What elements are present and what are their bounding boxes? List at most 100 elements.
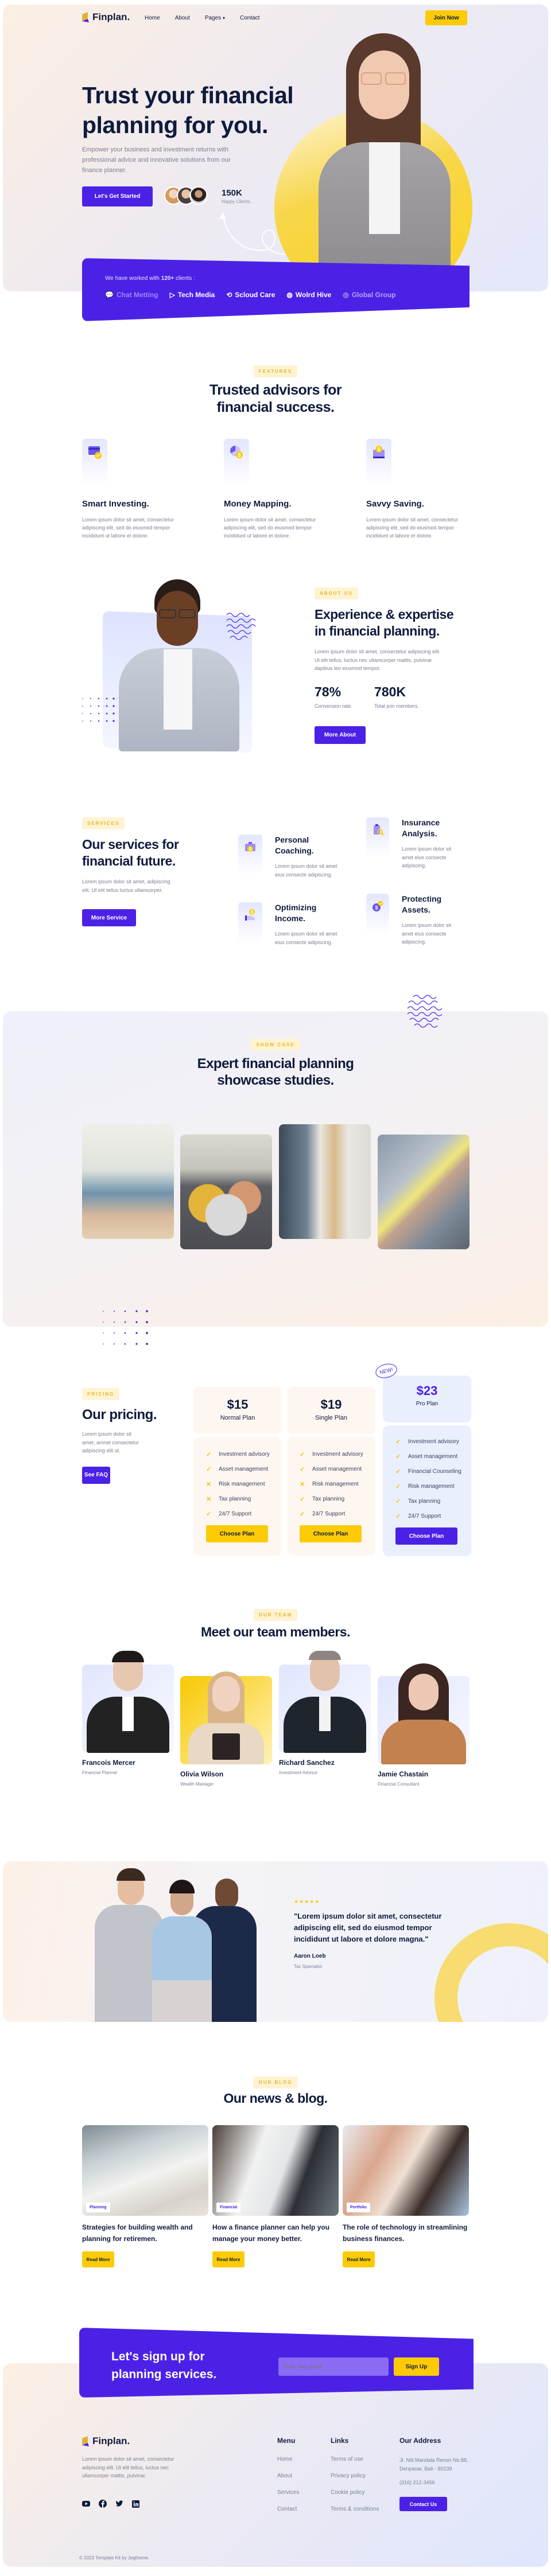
footer-link-about[interactable]: About — [277, 2473, 299, 2479]
twitter-icon[interactable] — [115, 2500, 123, 2508]
footer-link-cookie[interactable]: Cookie policy — [331, 2489, 379, 2496]
plan-feature: ✓ Financial Counseling — [395, 1468, 461, 1475]
features-badge-wrap: FEATURES — [0, 365, 551, 377]
team-member-card[interactable]: Jamie Chastain Financial Consultant — [378, 1663, 469, 1787]
stat-conversion: 78% Conversion rate. — [315, 684, 353, 709]
hero-title-line2: planning for you. — [82, 112, 269, 138]
team-member-card[interactable]: Richard Sanchez Investment Advisor — [279, 1651, 371, 1775]
contact-us-button[interactable]: Contact Us — [399, 2497, 447, 2511]
youtube-icon[interactable] — [82, 2500, 90, 2508]
member-photo — [82, 1651, 174, 1753]
blog-tag[interactable]: Planning — [86, 2203, 110, 2212]
showcase-image-couple[interactable] — [82, 1124, 174, 1239]
hero-title-line1: Trust your financial — [82, 82, 294, 108]
nav-pages[interactable]: Pages ▾ — [205, 15, 225, 21]
blog-post-title[interactable]: Strategies for building wealth and plann… — [82, 2222, 208, 2244]
clients-banner — [82, 258, 469, 321]
client-logo: ◎ Global Group — [343, 291, 396, 299]
member-name: Francois Mercer — [82, 1759, 135, 1767]
choose-plan-button[interactable]: Choose Plan — [206, 1525, 268, 1542]
plan-feature: ✓ Asset management — [395, 1453, 458, 1460]
coin-heart-icon: $ — [366, 894, 389, 934]
plan-feature: ✓ Risk management — [395, 1483, 455, 1490]
blog-post-title[interactable]: The role of technology in streamlining b… — [343, 2222, 469, 2244]
blog-image[interactable]: Financial — [212, 2125, 339, 2216]
service-title: Personal Coaching. — [275, 835, 314, 855]
facebook-icon[interactable] — [99, 2500, 107, 2508]
signup-title: Let's sign up for planning services. — [111, 2350, 217, 2381]
blog-card: Planning Strategies for building wealth … — [82, 2125, 208, 2267]
blog-image[interactable]: Portfolio — [343, 2125, 469, 2216]
services-text: Lorem ipsum dolor sit amet, adipiscing e… — [82, 879, 170, 893]
read-more-button[interactable]: Read More — [212, 2251, 245, 2267]
pricing-card-single: $19 Single Plan ✓ Investment advisory ✓ As… — [287, 1387, 375, 1556]
service-title: Protecting Assets. — [402, 894, 442, 914]
blog-badge: OUR BLOG — [253, 2076, 298, 2088]
choose-plan-button[interactable]: Choose Plan — [300, 1525, 362, 1542]
pricing-intro: PRICING Our pricing. Lorem ipsum dolor s… — [82, 1388, 174, 1484]
more-about-button[interactable]: More About — [315, 726, 366, 744]
nav-home[interactable]: Home — [145, 15, 160, 21]
pricing-card-normal: $15 Normal Plan ✓ Investment advisory ✓ As… — [193, 1387, 282, 1556]
happy-clients-stat: 150K Happy Clients. — [222, 188, 251, 204]
pricing-title: Our pricing. — [82, 1407, 157, 1423]
client-logo: 💬 Chat Metting — [105, 291, 158, 299]
service-item: $ Personal Coaching. Lorem ipsum dolor si… — [238, 835, 344, 879]
blog-title: Our news & blog. — [223, 2091, 328, 2106]
stat-label: Happy Clients. — [222, 199, 252, 204]
showcase-image-coins[interactable] — [180, 1135, 272, 1249]
footer-link-conditions[interactable]: Terms & conditions — [331, 2506, 379, 2512]
sign-up-button[interactable]: Sign Up — [394, 2357, 439, 2376]
feature-text: Lorem ipsum dolor sit amet, consectetur … — [82, 517, 174, 539]
team-member-card[interactable]: Olivia Wilson Wealth Manager — [180, 1671, 272, 1787]
hero-description: Empower your business and investment ret… — [82, 146, 231, 174]
features-title: Trusted advisors for financial success. — [209, 382, 342, 415]
footer-link-contact[interactable]: Contact — [277, 2506, 299, 2512]
footer-link-privacy[interactable]: Privacy policy — [331, 2473, 379, 2479]
footer-link-terms[interactable]: Terms of use — [331, 2456, 379, 2462]
svg-text:$: $ — [238, 453, 241, 458]
member-photo — [378, 1663, 469, 1764]
team-member-card[interactable]: Francois Mercer Financial Planner — [82, 1651, 174, 1775]
email-input[interactable] — [278, 2357, 389, 2376]
nav-contact[interactable]: Contact — [240, 15, 259, 21]
testimonial-team-image — [95, 1867, 261, 2022]
service-text: Lorem ipsum dolor sit amet eius consecte… — [402, 922, 452, 945]
showcase-image-team[interactable] — [378, 1135, 469, 1249]
service-title: Insurance Analysis. — [402, 818, 440, 838]
plan-name: Single Plan — [315, 1414, 347, 1421]
see-faq-button[interactable]: See FAQ — [82, 1466, 110, 1484]
join-now-button[interactable]: Join Now — [425, 10, 467, 25]
team-badge-wrap: OUR TEAM — [0, 1609, 551, 1621]
about-title: Experience & expertise in financial plan… — [315, 607, 454, 638]
svg-text:$: $ — [375, 905, 378, 911]
get-started-button[interactable]: Let's Get Started — [82, 186, 153, 206]
copyright: © 2023 Template Kit by Jegtheme. — [79, 2555, 150, 2561]
phone-text: (316) 212-3456 — [399, 2480, 435, 2485]
brand-logo[interactable]: Finplan. — [82, 11, 130, 23]
footer-link-services[interactable]: Services — [277, 2489, 299, 2496]
linkedin-icon[interactable] — [132, 2500, 139, 2508]
footer-links: Links Terms of use Privacy policy Cookie… — [331, 2437, 379, 2523]
choose-plan-button[interactable]: Choose Plan — [395, 1527, 457, 1545]
stat-value: 150K — [222, 188, 242, 198]
services-intro: SERVICES Our services for financial futu… — [82, 817, 197, 926]
more-service-button[interactable]: More Service — [82, 909, 136, 926]
blog-tag[interactable]: Financial — [216, 2203, 241, 2212]
check-icon: ✓ — [300, 1466, 305, 1473]
team-badge: OUR TEAM — [253, 1609, 298, 1621]
plan-feature: ✓ Asset management — [206, 1466, 269, 1473]
plan-features: ✓ Investment advisory ✓ Asset management ✕… — [300, 1451, 375, 1518]
showcase-image-office[interactable] — [279, 1124, 371, 1239]
services-title: Our services for financial future. — [82, 837, 179, 868]
footer-brand[interactable]: Finplan. — [82, 2435, 130, 2447]
read-more-button[interactable]: Read More — [82, 2251, 114, 2267]
footer-link-home[interactable]: Home — [277, 2456, 299, 2462]
blog-post-title[interactable]: How a finance planner can help you manag… — [212, 2222, 339, 2244]
read-more-button[interactable]: Read More — [343, 2251, 375, 2267]
nav-about[interactable]: About — [175, 15, 190, 21]
blog-image[interactable]: Planning — [82, 2125, 208, 2216]
blog-tag[interactable]: Portfolio — [347, 2203, 370, 2212]
client-logo: ◍ Wolrd Hive — [286, 291, 332, 299]
footer-menu-title: Menu — [277, 2437, 296, 2445]
